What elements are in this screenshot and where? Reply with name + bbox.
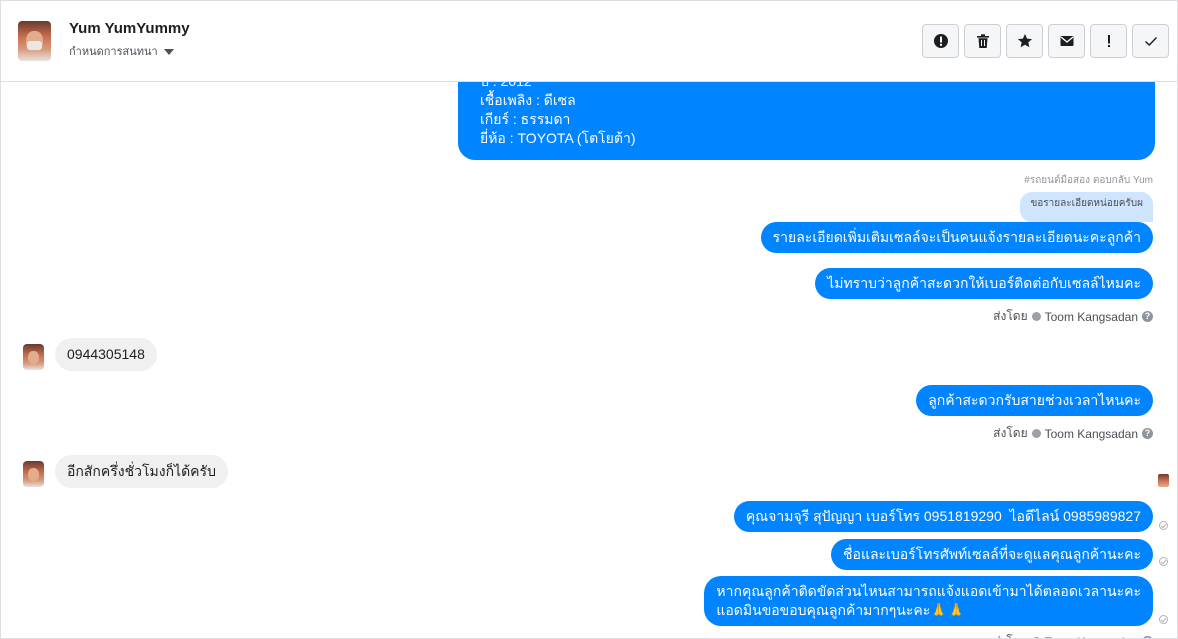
outgoing-message[interactable]: หากคุณลูกค้าติดขัดส่วนไหนสามารถแจ้งแอดเข…: [704, 576, 1153, 626]
contact-avatar[interactable]: [18, 21, 51, 61]
delivered-check-icon: [1159, 615, 1168, 624]
trash-icon: [976, 34, 989, 48]
mark-unread-button[interactable]: [1048, 24, 1085, 58]
check-icon: [1144, 37, 1157, 46]
mark-done-button[interactable]: [1132, 24, 1169, 58]
incoming-message[interactable]: อีกสักครึ่งชั่วโมงก็ได้ครับ: [55, 455, 228, 488]
seen-by-avatar: [1158, 474, 1169, 487]
message-thread: ปี : 2012 เชื้อเพลิง : ดีเซล เกียร์ : ธร…: [1, 82, 1177, 638]
envelope-icon: [1060, 36, 1073, 46]
star-button[interactable]: [1006, 24, 1043, 58]
sent-by-agent[interactable]: Toom Kangsadan: [1045, 427, 1138, 441]
help-icon[interactable]: ?: [1142, 636, 1153, 638]
outgoing-message[interactable]: ไม่ทราบว่าลูกค้าสะดวกให้เบอร์ติดต่อกับเซ…: [815, 268, 1153, 299]
help-icon[interactable]: ?: [1142, 428, 1153, 439]
outgoing-message[interactable]: ลูกค้าสะดวกรับสายช่วงเวลาไหนคะ: [916, 385, 1153, 416]
mark-spam-button[interactable]: [922, 24, 959, 58]
avatar-mask: [27, 41, 42, 50]
sent-by-label: ส่งโดย: [993, 632, 1027, 638]
agent-avatar-icon: [1031, 637, 1041, 638]
conversation-window: Yum YumYummy กำหนดการสนทนา เชื้อเพลิง: …: [0, 0, 1178, 639]
mark-important-button[interactable]: [1090, 24, 1127, 58]
spam-icon: [933, 34, 948, 48]
outgoing-message[interactable]: รายละเอียดเพิ่มเติมเซลล์จะเป็นคนแจ้งรายล…: [760, 222, 1153, 253]
conversation-label: กำหนดการสนทนา: [69, 46, 158, 58]
agent-avatar-icon: [1031, 312, 1041, 321]
conversation-header: Yum YumYummy กำหนดการสนทนา: [1, 1, 1177, 82]
caret-down-icon: [163, 48, 174, 55]
avatar-face: [28, 468, 39, 481]
sent-by-agent[interactable]: Toom Kangsadan: [1045, 310, 1138, 324]
help-icon[interactable]: ?: [1142, 311, 1153, 322]
delete-button[interactable]: [964, 24, 1001, 58]
reply-context: #รถยนต์มือสอง ตอบกลับ Yum: [1024, 175, 1153, 186]
header-toolbar: [922, 24, 1169, 58]
delivered-check-icon: [1159, 521, 1168, 530]
car-details-message[interactable]: ปี : 2012 เชื้อเพลิง : ดีเซล เกียร์ : ธร…: [458, 82, 1155, 160]
sent-by-agent[interactable]: Toom Kangsadan: [1045, 635, 1138, 639]
star-icon: [1017, 34, 1032, 48]
contact-name[interactable]: Yum YumYummy: [69, 20, 190, 37]
sent-by-label: ส่งโดย: [993, 426, 1028, 440]
sent-by-label: ส่งโดย: [993, 309, 1028, 323]
replied-message-preview[interactable]: ขอรายละเอียดหน่อยครับผ: [1020, 192, 1153, 222]
sent-by-line: ส่งโดย Toom Kangsadan ?: [993, 632, 1153, 638]
avatar-face: [28, 351, 39, 364]
delivered-check-icon: [1159, 557, 1168, 566]
incoming-message[interactable]: 0944305148: [55, 338, 157, 371]
outgoing-message[interactable]: คุณจามจุรี สุปัญญา เบอร์โทร 0951819290 ไ…: [733, 501, 1153, 532]
sent-by-line: ส่งโดย Toom Kangsadan ?: [993, 424, 1153, 443]
exclamation-icon: [1107, 35, 1110, 47]
outgoing-message[interactable]: ชื่อและเบอร์โทรศัพท์เซลล์ที่จะดูแลคุณลูก…: [831, 539, 1153, 570]
contact-avatar-small[interactable]: [23, 344, 44, 370]
agent-avatar-icon: [1031, 429, 1041, 438]
conversation-label-dropdown[interactable]: กำหนดการสนทนา: [69, 42, 174, 60]
contact-avatar-small[interactable]: [23, 461, 44, 487]
sent-by-line: ส่งโดย Toom Kangsadan ?: [993, 307, 1153, 326]
